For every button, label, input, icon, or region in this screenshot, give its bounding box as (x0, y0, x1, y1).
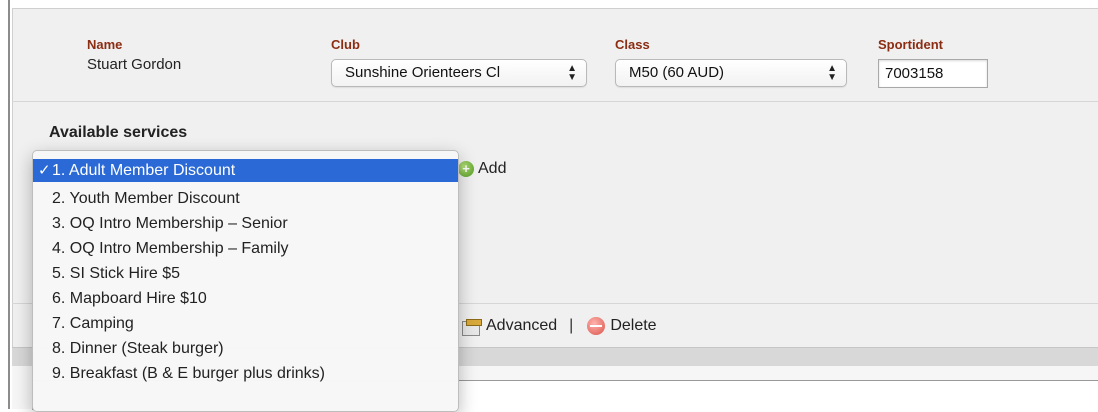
service-option[interactable]: ✓ 1. Adult Member Discount (33, 159, 458, 182)
advanced-link[interactable]: Advanced (486, 317, 557, 335)
services-dropdown[interactable]: ✓ 1. Adult Member Discount 2. Youth Memb… (32, 150, 459, 412)
entry-actions: Advanced | Delete (462, 314, 657, 338)
name-value: Stuart Gordon (87, 56, 182, 73)
sportident-input[interactable] (878, 59, 988, 88)
service-option[interactable]: 9. Breakfast (B & E burger plus drinks) (33, 362, 458, 385)
select-arrows-icon: ▲ ▼ (827, 63, 837, 83)
window-left-border (8, 0, 10, 409)
name-label: Name (87, 37, 123, 52)
club-label: Club (331, 37, 360, 52)
select-arrows-icon: ▲ ▼ (567, 63, 577, 83)
delete-icon (587, 317, 606, 335)
service-option[interactable]: 6. Mapboard Hire $10 (33, 287, 458, 310)
service-option[interactable]: 7. Camping (33, 312, 458, 335)
service-option[interactable]: 5. SI Stick Hire $5 (33, 262, 458, 285)
delete-link[interactable]: Delete (610, 317, 656, 335)
service-option[interactable]: 2. Youth Member Discount (33, 187, 458, 210)
sportident-label: Sportident (878, 37, 943, 52)
club-select-value: Sunshine Orienteers Cl (345, 64, 501, 81)
available-services-heading: Available services (49, 124, 188, 141)
club-select[interactable]: Sunshine Orienteers Cl ▲ ▼ (331, 59, 587, 87)
service-option[interactable]: 4. OQ Intro Membership – Family (33, 237, 458, 260)
class-label: Class (615, 37, 650, 52)
add-service-button[interactable]: + Add (458, 158, 506, 180)
checkmark-icon: ✓ (38, 162, 51, 179)
advanced-icon (462, 317, 482, 336)
class-select-value: M50 (60 AUD) (629, 64, 725, 81)
header-divider (12, 101, 1098, 102)
add-label: Add (478, 160, 507, 177)
service-option[interactable]: 3. OQ Intro Membership – Senior (33, 212, 458, 235)
add-icon: + (458, 161, 474, 177)
class-select[interactable]: M50 (60 AUD) ▲ ▼ (615, 59, 847, 87)
actions-separator: | (569, 317, 574, 334)
service-option[interactable]: 8. Dinner (Steak burger) (33, 337, 458, 360)
